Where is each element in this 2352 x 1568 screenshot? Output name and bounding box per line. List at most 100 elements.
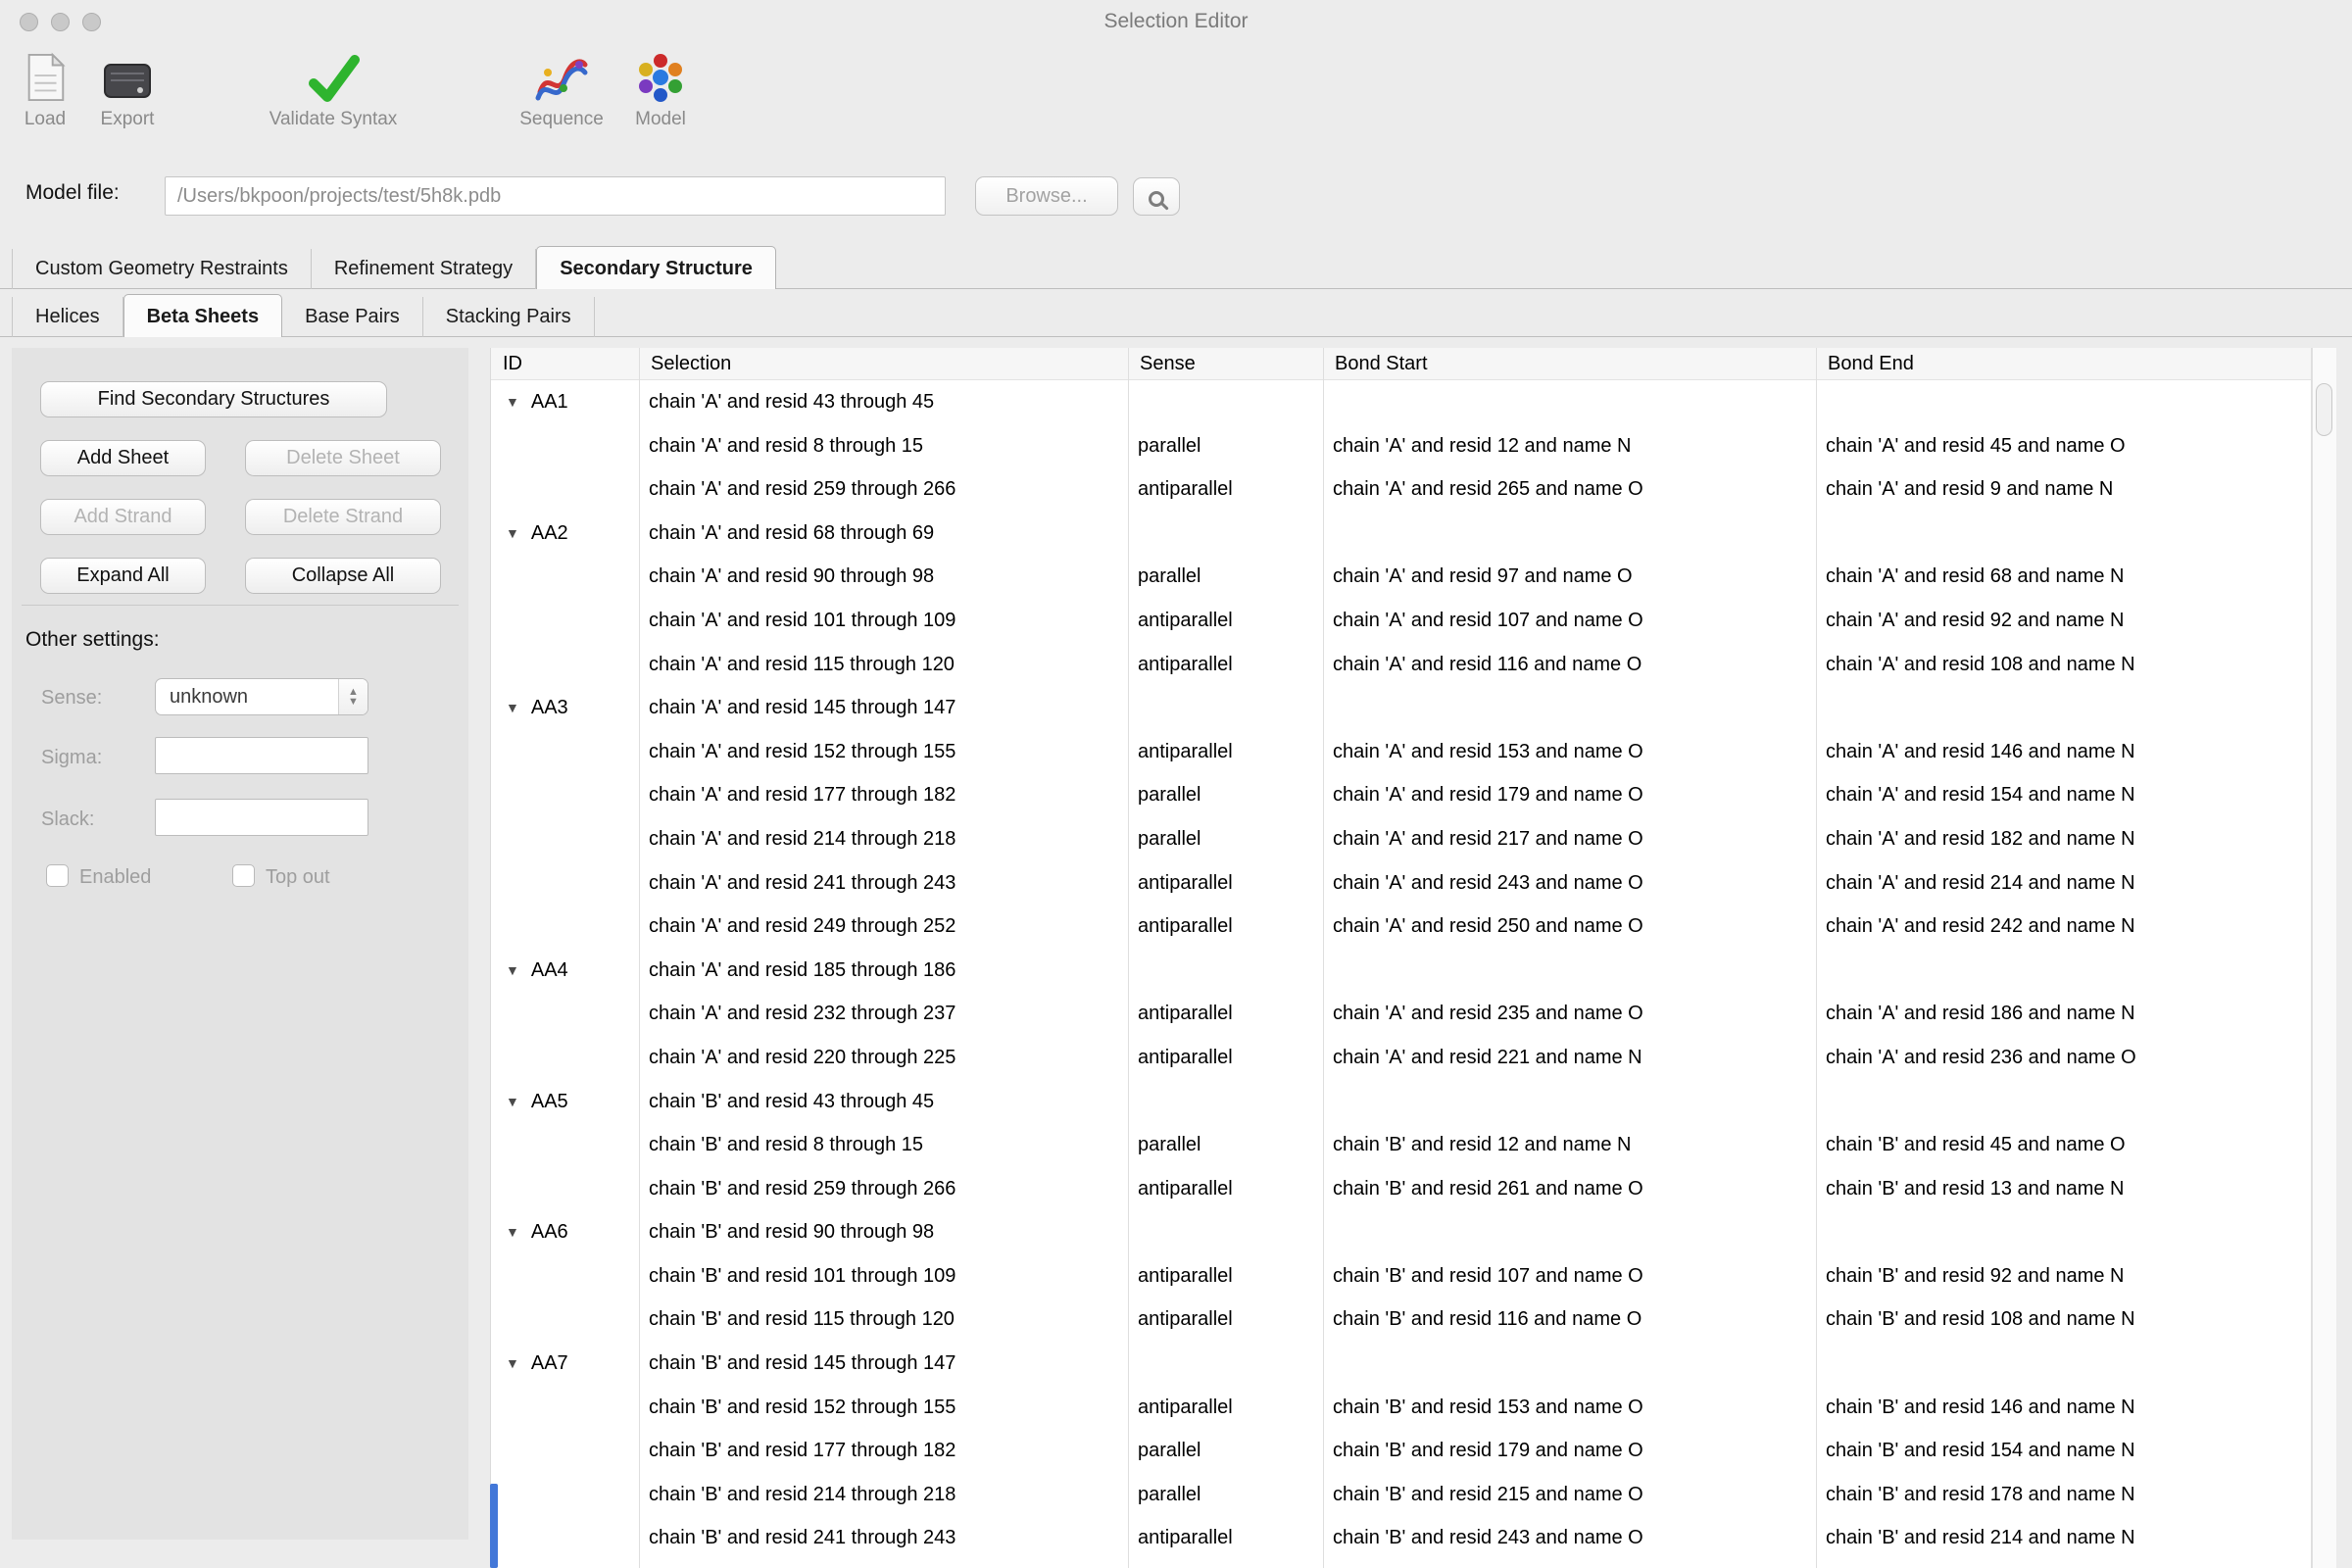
tab-custom-geometry-restraints[interactable]: Custom Geometry Restraints (12, 249, 312, 289)
sigma-field[interactable] (155, 737, 368, 774)
delete-strand-button[interactable]: Delete Strand (245, 499, 441, 535)
table-row-strand[interactable]: chain 'A' and resid 90 through 98paralle… (491, 555, 2311, 599)
table-row-strand[interactable]: chain 'B' and resid 115 through 120antip… (491, 1298, 2311, 1342)
table-row-strand[interactable]: chain 'B' and resid 214 through 218paral… (491, 1473, 2311, 1517)
bond-start-cell (1323, 1080, 1816, 1124)
column-divider (1323, 348, 1324, 1568)
toolbar: Load Export Validate Syntax Sequence Mod… (0, 45, 2352, 155)
collapse-all-button[interactable]: Collapse All (245, 558, 441, 594)
sense-cell: antiparallel (1128, 1516, 1323, 1560)
sense-cell: antiparallel (1128, 861, 1323, 906)
table-row-strand[interactable]: chain 'A' and resid 101 through 109antip… (491, 599, 2311, 643)
bond-end-cell: chain 'A' and resid 146 and name N (1816, 730, 2311, 774)
find-secondary-structures-button[interactable]: Find Secondary Structures (40, 381, 387, 417)
column-header-sense[interactable]: Sense (1128, 348, 1323, 379)
table-row-sheet[interactable]: ▼AA2chain 'A' and resid 68 through 69 (491, 512, 2311, 556)
column-header-bond-end[interactable]: Bond End (1816, 348, 2311, 379)
table-row-strand[interactable]: chain 'A' and resid 259 through 266antip… (491, 467, 2311, 512)
id-cell: ▼AA1 (491, 380, 639, 424)
sense-cell: antiparallel (1128, 643, 1323, 687)
table-row-strand[interactable]: chain 'A' and resid 152 through 155antip… (491, 730, 2311, 774)
column-header-id[interactable]: ID (491, 348, 639, 379)
disclosure-triangle-icon[interactable]: ▼ (506, 686, 519, 730)
selection-cell: chain 'B' and resid 214 through 218 (639, 1473, 1128, 1517)
titlebar: Selection Editor (0, 0, 2352, 45)
disclosure-triangle-icon[interactable]: ▼ (506, 1210, 519, 1254)
selection-cell: chain 'B' and resid 241 through 243 (639, 1516, 1128, 1560)
tab-secondary-structure[interactable]: Secondary Structure (536, 246, 776, 289)
browse-button[interactable]: Browse... (975, 176, 1118, 216)
model-button[interactable]: Model (621, 49, 700, 130)
selection-cell: chain 'B' and resid 90 through 98 (639, 1210, 1128, 1254)
disclosure-triangle-icon[interactable]: ▼ (506, 949, 519, 993)
disclosure-triangle-icon[interactable]: ▼ (506, 380, 519, 424)
tab-refinement-strategy[interactable]: Refinement Strategy (312, 249, 536, 289)
table-row-sheet[interactable]: ▼AA6chain 'B' and resid 90 through 98 (491, 1210, 2311, 1254)
id-cell (491, 1167, 639, 1211)
tab-base-pairs[interactable]: Base Pairs (282, 297, 423, 337)
sequence-button[interactable]: Sequence (508, 49, 615, 130)
validate-syntax-label: Validate Syntax (270, 109, 398, 130)
table-row-strand[interactable]: chain 'B' and resid 152 through 155antip… (491, 1386, 2311, 1430)
expand-all-button[interactable]: Expand All (40, 558, 206, 594)
panel-divider (22, 605, 459, 606)
column-divider (2311, 348, 2312, 1568)
sense-cell: antiparallel (1128, 1254, 1323, 1298)
table-row-strand[interactable]: chain 'A' and resid 214 through 218paral… (491, 817, 2311, 861)
table-row-strand[interactable]: chain 'B' and resid 259 through 266antip… (491, 1167, 2311, 1211)
table-row-sheet[interactable]: ▼AA4chain 'A' and resid 185 through 186 (491, 949, 2311, 993)
table-row-strand[interactable]: chain 'B' and resid 241 through 243antip… (491, 1516, 2311, 1560)
sense-cell: parallel (1128, 817, 1323, 861)
bond-start-cell: chain 'A' and resid 265 and name O (1323, 467, 1816, 512)
tab-helices[interactable]: Helices (12, 297, 123, 337)
table-row-sheet[interactable]: ▼AA3chain 'A' and resid 145 through 147 (491, 686, 2311, 730)
bond-start-cell: chain 'A' and resid 250 and name O (1323, 905, 1816, 949)
table-row-sheet[interactable]: ▼AA7chain 'B' and resid 145 through 147 (491, 1342, 2311, 1386)
disclosure-triangle-icon[interactable]: ▼ (506, 1342, 519, 1386)
table-row-strand[interactable]: chain 'A' and resid 241 through 243antip… (491, 861, 2311, 906)
table-row-strand[interactable]: chain 'A' and resid 232 through 237antip… (491, 992, 2311, 1036)
disclosure-triangle-icon[interactable]: ▼ (506, 1080, 519, 1124)
sense-cell: parallel (1128, 773, 1323, 817)
molecule-cluster-icon (633, 49, 688, 104)
search-button[interactable] (1133, 177, 1180, 216)
sequence-squiggle-icon (534, 49, 589, 104)
enabled-checkbox[interactable] (46, 864, 69, 887)
scrollbar-thumb[interactable] (2316, 383, 2332, 436)
tab-stacking-pairs[interactable]: Stacking Pairs (423, 297, 595, 337)
enabled-label: Enabled (79, 866, 151, 889)
sense-dropdown[interactable]: unknown ▲▼ (155, 678, 368, 715)
sheet-id: AA5 (531, 1080, 568, 1124)
selection-cell: chain 'A' and resid 115 through 120 (639, 643, 1128, 687)
table-row-strand[interactable]: chain 'A' and resid 115 through 120antip… (491, 643, 2311, 687)
table-row-strand[interactable]: chain 'B' and resid 177 through 182paral… (491, 1429, 2311, 1473)
column-header-bond-start[interactable]: Bond Start (1323, 348, 1816, 379)
selection-cell: chain 'A' and resid 259 through 266 (639, 467, 1128, 512)
table-row-strand[interactable]: chain 'A' and resid 220 through 225antip… (491, 1036, 2311, 1080)
slack-field[interactable] (155, 799, 368, 836)
tab-beta-sheets[interactable]: Beta Sheets (123, 294, 283, 337)
table-row-strand[interactable]: chain 'B' and resid 101 through 109antip… (491, 1254, 2311, 1298)
sense-cell: antiparallel (1128, 1036, 1323, 1080)
top-out-checkbox[interactable] (232, 864, 255, 887)
load-button[interactable]: Load (16, 49, 74, 130)
delete-sheet-button[interactable]: Delete Sheet (245, 440, 441, 476)
bond-end-cell: chain 'B' and resid 154 and name N (1816, 1429, 2311, 1473)
model-file-input[interactable] (165, 176, 946, 216)
validate-syntax-button[interactable]: Validate Syntax (250, 49, 416, 130)
table-row-strand[interactable]: chain 'A' and resid 8 through 15parallel… (491, 424, 2311, 468)
add-sheet-button[interactable]: Add Sheet (40, 440, 206, 476)
table-row-strand[interactable]: chain 'A' and resid 249 through 252antip… (491, 905, 2311, 949)
disclosure-triangle-icon[interactable]: ▼ (506, 512, 519, 556)
export-button[interactable]: Export (93, 49, 162, 130)
bond-end-cell: chain 'A' and resid 186 and name N (1816, 992, 2311, 1036)
id-cell (491, 773, 639, 817)
vertical-scrollbar[interactable] (2312, 348, 2336, 1568)
table-row-strand[interactable]: chain 'B' and resid 8 through 15parallel… (491, 1123, 2311, 1167)
model-label: Model (635, 109, 686, 130)
table-row-sheet[interactable]: ▼AA1chain 'A' and resid 43 through 45 (491, 380, 2311, 424)
table-row-sheet[interactable]: ▼AA5chain 'B' and resid 43 through 45 (491, 1080, 2311, 1124)
add-strand-button[interactable]: Add Strand (40, 499, 206, 535)
column-header-selection[interactable]: Selection (639, 348, 1128, 379)
table-row-strand[interactable]: chain 'A' and resid 177 through 182paral… (491, 773, 2311, 817)
